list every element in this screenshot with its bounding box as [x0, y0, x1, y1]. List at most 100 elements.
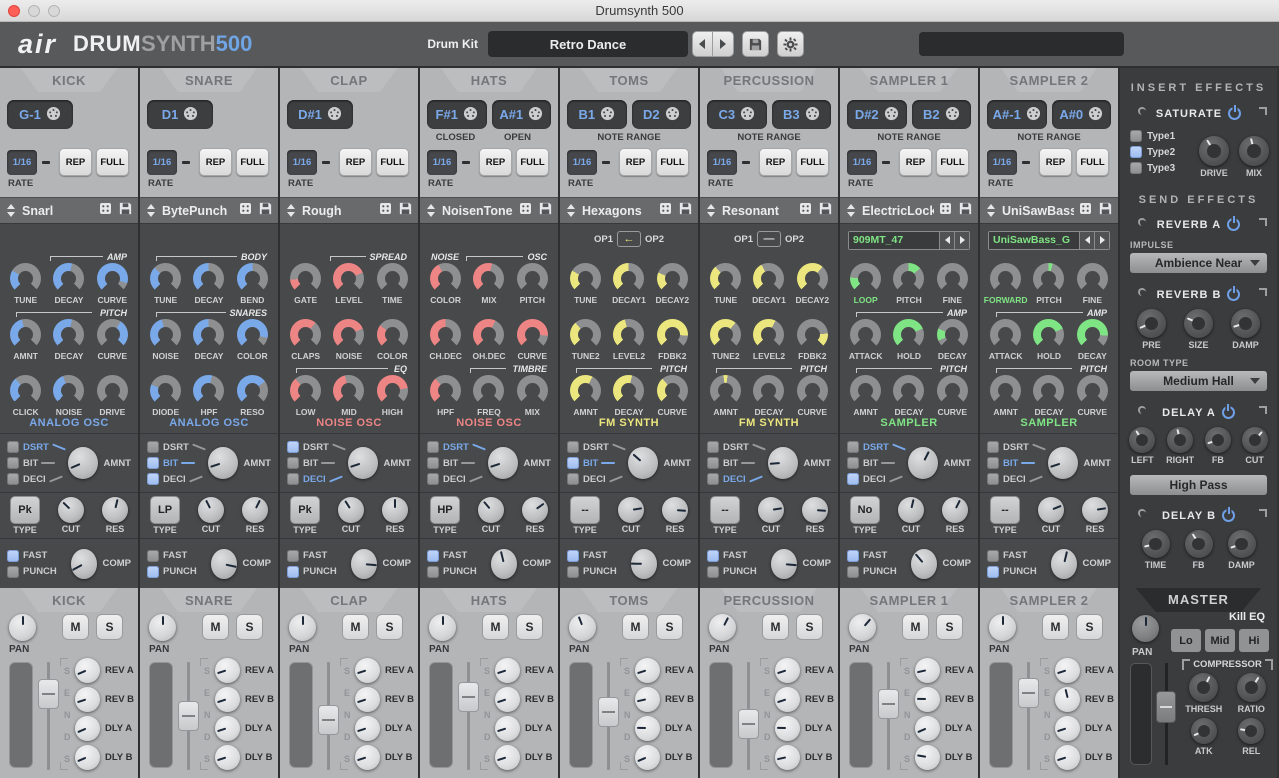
volume-fader-handle[interactable] [38, 679, 59, 709]
pitch-knob[interactable] [1033, 263, 1064, 294]
preset-stepper[interactable] [987, 204, 995, 217]
filter-type-button[interactable]: -- [990, 496, 1020, 524]
full-button[interactable]: FULL [656, 148, 689, 176]
color-knob[interactable] [430, 263, 461, 294]
curve-knob[interactable] [937, 375, 968, 406]
color-knob[interactable] [237, 319, 268, 350]
preset-name[interactable]: ElectricLock [862, 204, 934, 218]
type1-checkbox[interactable] [1130, 130, 1142, 142]
fb-knob[interactable] [1185, 530, 1213, 558]
filter-type-button[interactable]: LP [150, 496, 180, 524]
save-preset-button[interactable] [397, 202, 414, 219]
rep-button[interactable]: REP [479, 148, 512, 176]
kit-next-button[interactable] [713, 31, 734, 57]
filter-cutoff-knob[interactable] [898, 497, 924, 523]
hold-knob[interactable] [893, 319, 924, 350]
decay-knob[interactable] [613, 375, 644, 406]
save-kit-button[interactable] [742, 31, 769, 57]
fast-checkbox[interactable] [7, 550, 19, 562]
comp-knob[interactable] [211, 549, 237, 579]
drive-knob[interactable] [1199, 136, 1229, 166]
pan-knob[interactable] [989, 614, 1016, 641]
bit-checkbox[interactable] [427, 457, 439, 469]
delay-a-power-button[interactable] [1222, 406, 1235, 419]
type2-checkbox[interactable] [1130, 146, 1142, 158]
rate-value[interactable]: 1/16 [987, 150, 1017, 175]
preset-stepper[interactable] [707, 204, 715, 217]
bit-checkbox[interactable] [847, 457, 859, 469]
volume-fader-handle[interactable] [1018, 678, 1039, 708]
sample-next-button[interactable] [954, 232, 969, 249]
send-knob[interactable] [635, 687, 660, 712]
tune-knob[interactable] [10, 263, 41, 294]
master-pan-knob[interactable] [1132, 615, 1159, 642]
fast-checkbox[interactable] [287, 550, 299, 562]
fine-knob[interactable] [937, 263, 968, 294]
preset-stepper[interactable] [7, 204, 15, 217]
full-button[interactable]: FULL [936, 148, 969, 176]
pan-knob[interactable] [289, 614, 316, 641]
pitch-knob[interactable] [893, 263, 924, 294]
solo-button[interactable]: S [796, 614, 823, 640]
bit-checkbox[interactable] [987, 457, 999, 469]
send-knob[interactable] [75, 716, 100, 741]
filter-resonance-knob[interactable] [1082, 497, 1108, 523]
decay2-knob[interactable] [797, 263, 828, 294]
filter-resonance-knob[interactable] [942, 497, 968, 523]
oh-dec-knob[interactable] [473, 319, 504, 350]
note-assign-button[interactable]: G-1 [7, 100, 73, 129]
noise-knob[interactable] [150, 319, 181, 350]
filter-type-button[interactable]: Pk [290, 496, 320, 524]
solo-button[interactable]: S [936, 614, 963, 640]
drive-knob[interactable] [97, 375, 128, 406]
sample-selector[interactable]: UniSawBass_G [988, 231, 1110, 250]
attack-knob[interactable] [990, 319, 1021, 350]
filter-resonance-knob[interactable] [802, 497, 828, 523]
preset-stepper[interactable] [287, 204, 295, 217]
send-knob[interactable] [915, 658, 940, 683]
claps-knob[interactable] [290, 319, 321, 350]
atk-knob[interactable] [1191, 718, 1217, 744]
ratio-knob[interactable] [1237, 673, 1266, 702]
send-knob[interactable] [215, 716, 240, 741]
curve-knob[interactable] [657, 375, 688, 406]
send-knob[interactable] [355, 658, 380, 683]
note-assign-button[interactable]: A#0 [1052, 100, 1112, 129]
amnt-knob[interactable] [570, 375, 601, 406]
filter-resonance-knob[interactable] [382, 497, 408, 523]
full-button[interactable]: FULL [1076, 148, 1109, 176]
ch-dec-knob[interactable] [430, 319, 461, 350]
punch-checkbox[interactable] [287, 566, 299, 578]
punch-checkbox[interactable] [987, 566, 999, 578]
preset-name[interactable]: Hexagons [582, 204, 654, 218]
dsrt-checkbox[interactable] [567, 441, 579, 453]
tune-knob[interactable] [150, 263, 181, 294]
color-knob[interactable] [377, 319, 408, 350]
tune2-knob[interactable] [570, 319, 601, 350]
sample-next-button[interactable] [1094, 232, 1109, 249]
preset-name[interactable]: Resonant [722, 204, 794, 218]
rate-value[interactable]: 1/16 [7, 150, 37, 175]
bit-checkbox[interactable] [147, 457, 159, 469]
randomize-button[interactable] [377, 202, 394, 219]
punch-checkbox[interactable] [847, 566, 859, 578]
settings-button[interactable] [777, 31, 804, 57]
damp-knob[interactable] [1228, 530, 1256, 558]
send-knob[interactable] [495, 716, 520, 741]
note-assign-button[interactable]: F#1 [427, 100, 487, 129]
fdbk2-knob[interactable] [797, 319, 828, 350]
volume-fader-handle[interactable] [318, 705, 339, 735]
punch-checkbox[interactable] [147, 566, 159, 578]
filter-cutoff-knob[interactable] [478, 497, 504, 523]
rate-value[interactable]: 1/16 [847, 150, 877, 175]
send-knob[interactable] [915, 745, 940, 770]
note-assign-button[interactable]: D#1 [287, 100, 353, 129]
mute-button[interactable]: M [762, 614, 789, 640]
dist-amount-knob[interactable] [68, 447, 98, 479]
rep-button[interactable]: REP [339, 148, 372, 176]
decay-knob[interactable] [753, 375, 784, 406]
send-knob[interactable] [215, 745, 240, 770]
save-preset-button[interactable] [257, 202, 274, 219]
attack-knob[interactable] [850, 319, 881, 350]
noise-knob[interactable] [333, 319, 364, 350]
